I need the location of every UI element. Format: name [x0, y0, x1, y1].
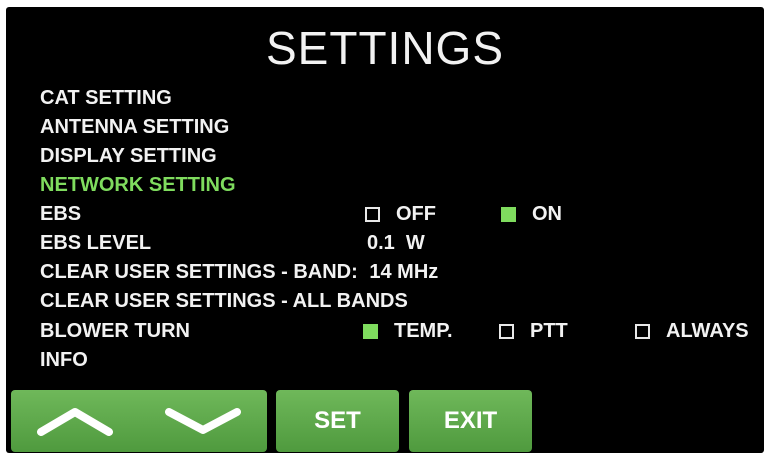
ebs-off-checkbox[interactable]: [365, 206, 380, 222]
ebs-level-label[interactable]: EBS LEVEL: [40, 231, 151, 255]
menu-item-display-setting[interactable]: DISPLAY SETTING: [40, 144, 217, 168]
blower-temp-label: TEMP.: [394, 320, 453, 342]
page-title: SETTINGS: [265, 22, 505, 74]
clear-user-settings-band[interactable]: CLEAR USER SETTINGS - BAND: 14 MHz: [40, 260, 438, 284]
ebs-on-label: ON: [532, 203, 562, 225]
scroll-button-group: [11, 390, 267, 452]
scroll-down-button[interactable]: [165, 406, 241, 436]
chevron-up-icon: [37, 408, 113, 436]
blower-ptt-option[interactable]: PTT: [499, 319, 568, 343]
chevron-down-icon: [165, 408, 241, 434]
blower-temp-checkbox[interactable]: [363, 323, 378, 339]
settings-screen: SETTINGS CAT SETTING ANTENNA SETTING DIS…: [6, 7, 764, 453]
blower-ptt-label: PTT: [530, 320, 568, 342]
ebs-off-label: OFF: [396, 203, 436, 225]
blower-ptt-checkbox[interactable]: [499, 323, 514, 339]
blower-always-option[interactable]: ALWAYS: [635, 319, 749, 343]
blower-turn-label: BLOWER TURN: [40, 320, 190, 342]
ebs-on-option[interactable]: ON: [501, 202, 562, 226]
menu-item-network-setting[interactable]: NETWORK SETTING: [40, 173, 236, 197]
exit-button[interactable]: EXIT: [409, 390, 532, 452]
menu-item-antenna-setting[interactable]: ANTENNA SETTING: [40, 115, 229, 139]
clear-band-label: CLEAR USER SETTINGS - BAND:: [40, 261, 358, 283]
clear-band-value: 14 MHz: [369, 261, 439, 283]
blower-temp-option[interactable]: TEMP.: [363, 319, 453, 343]
set-button[interactable]: SET: [276, 390, 399, 452]
scroll-up-button[interactable]: [37, 406, 113, 436]
blower-always-checkbox[interactable]: [635, 323, 650, 339]
ebs-on-checkbox[interactable]: [501, 206, 516, 222]
ebs-off-option[interactable]: OFF: [365, 202, 436, 226]
clear-user-settings-all-bands[interactable]: CLEAR USER SETTINGS - ALL BANDS: [40, 289, 408, 313]
ebs-label: EBS: [40, 203, 82, 225]
info-item[interactable]: INFO: [40, 348, 88, 372]
ebs-level-value[interactable]: 0.1 W: [367, 231, 425, 255]
menu-item-cat-setting[interactable]: CAT SETTING: [40, 86, 172, 110]
blower-always-label: ALWAYS: [666, 320, 749, 342]
